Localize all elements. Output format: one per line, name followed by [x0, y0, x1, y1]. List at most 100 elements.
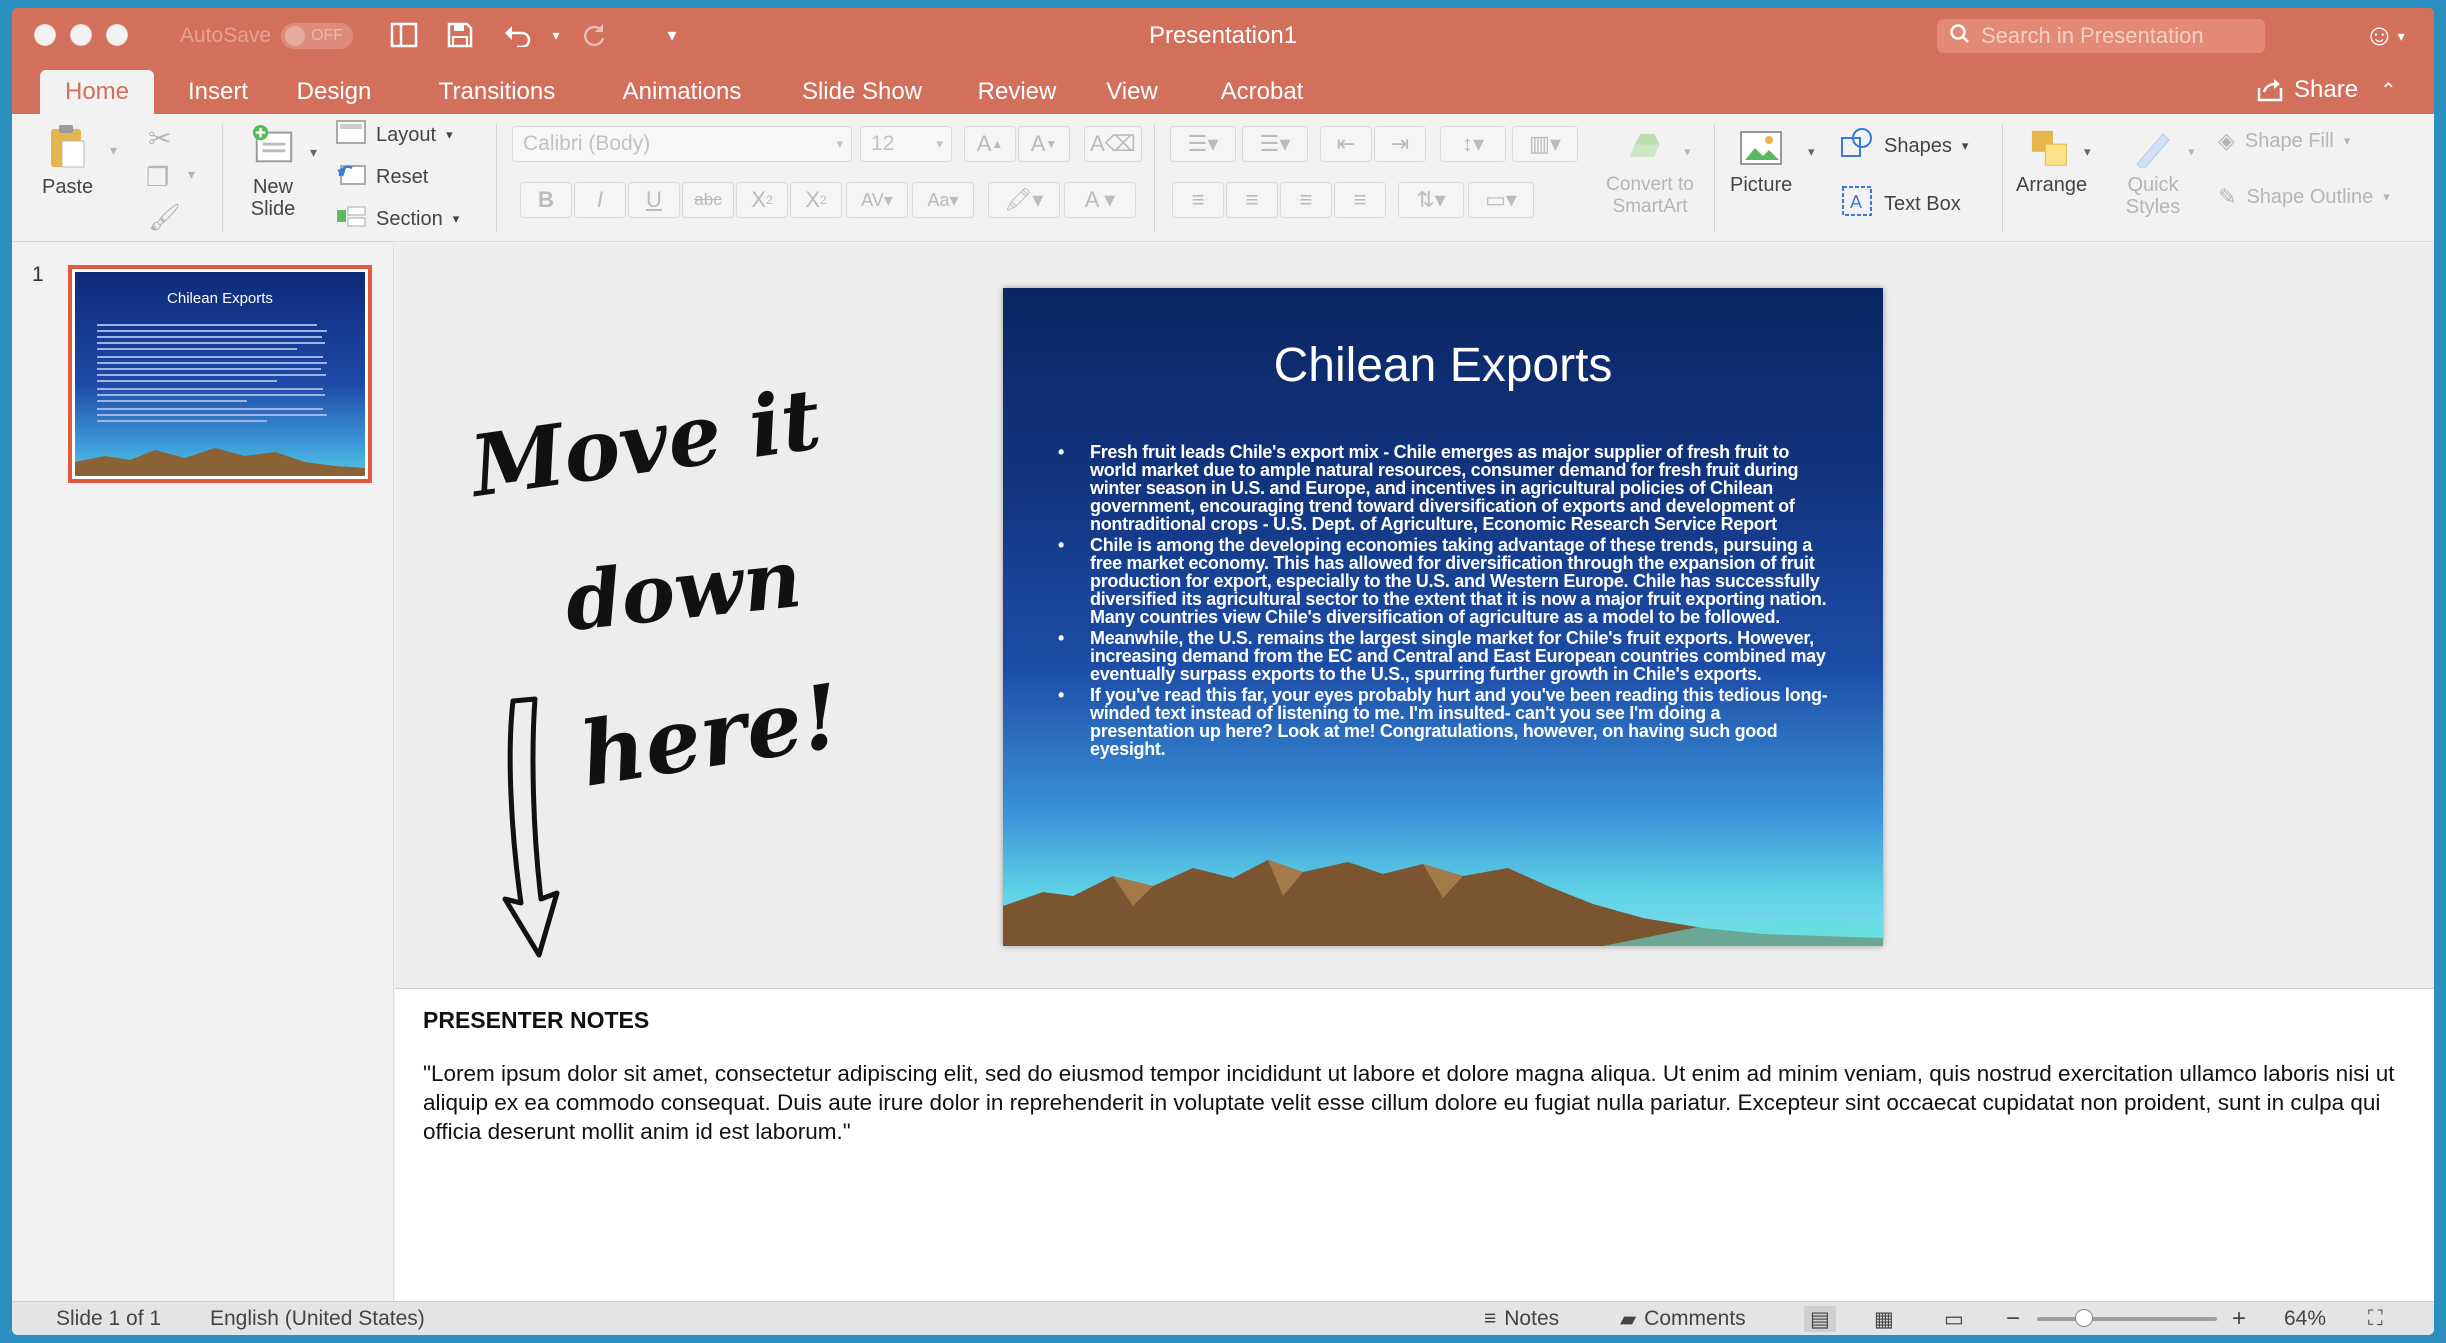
- subscript-button[interactable]: X2: [790, 182, 842, 218]
- character-spacing-button[interactable]: AV▾: [846, 182, 908, 218]
- shapes-button[interactable]: Shapes ▾: [1840, 128, 1968, 164]
- picture-button[interactable]: Picture: [1730, 128, 1792, 196]
- line-spacing-button[interactable]: ↕▾: [1440, 126, 1506, 162]
- bold-button[interactable]: B: [520, 182, 572, 218]
- thumbnail-preview: Chilean Exports: [75, 272, 365, 476]
- tab-acrobat[interactable]: Acrobat: [1197, 70, 1327, 114]
- italic-button[interactable]: I: [574, 182, 626, 218]
- numbering-button[interactable]: ☰▾: [1242, 126, 1308, 162]
- sidebar-icon[interactable]: [384, 18, 424, 52]
- presenter-view-button[interactable]: ▭: [1944, 1306, 1964, 1332]
- section-button[interactable]: Section ▾: [336, 204, 459, 234]
- reset-button[interactable]: Reset: [336, 162, 428, 192]
- align-left-button[interactable]: ≡: [1172, 182, 1224, 218]
- collapse-ribbon-icon[interactable]: ⌃: [2380, 78, 2397, 103]
- align-text-button[interactable]: ▭▾: [1468, 182, 1534, 218]
- slide-bullet-list[interactable]: Fresh fruit leads Chile's export mix - C…: [1058, 443, 1828, 761]
- format-painter-icon[interactable]: 🖌: [148, 202, 181, 233]
- slide-editing-area[interactable]: Move it down here! Chilean Exports Fresh…: [395, 243, 2434, 988]
- tab-insert[interactable]: Insert: [168, 70, 268, 114]
- clear-formatting-button[interactable]: A⌫: [1084, 126, 1142, 162]
- decrease-font-size-button[interactable]: A ▼: [1018, 126, 1070, 162]
- close-window-button[interactable]: [34, 24, 56, 46]
- minimize-window-button[interactable]: [70, 24, 92, 46]
- shape-fill-button[interactable]: ◈ Shape Fill ▾: [2218, 128, 2350, 154]
- font-name-select[interactable]: Calibri (Body) ▾: [512, 126, 852, 162]
- fit-to-window-button[interactable]: ⛶: [2368, 1306, 2383, 1332]
- paste-options-icon[interactable]: ▾: [110, 142, 117, 159]
- annotation-move-it: Move it: [464, 369, 827, 516]
- notes-button[interactable]: ≡ Notes: [1484, 1306, 1559, 1332]
- text-direction-button[interactable]: ⇅▾: [1398, 182, 1464, 218]
- slide-sorter-button[interactable]: ▦: [1874, 1306, 1894, 1332]
- notes-text[interactable]: "Lorem ipsum dolor sit amet, consectetur…: [423, 1059, 2413, 1146]
- copy-icon[interactable]: ❐: [146, 162, 169, 193]
- divider: [1714, 124, 1715, 232]
- superscript-button[interactable]: X2: [736, 182, 788, 218]
- slide-title[interactable]: Chilean Exports: [1003, 338, 1883, 393]
- tab-design[interactable]: Design: [284, 70, 384, 114]
- slide-count: Slide 1 of 1: [56, 1307, 162, 1330]
- columns-button[interactable]: ▥▾: [1512, 126, 1578, 162]
- undo-icon[interactable]: [498, 18, 538, 52]
- quick-styles-dropdown-icon[interactable]: ▾: [2188, 144, 2195, 160]
- customize-toolbar-icon[interactable]: ▾: [652, 18, 692, 52]
- increase-font-size-button[interactable]: A ▲: [964, 126, 1016, 162]
- new-slide-button[interactable]: New Slide: [238, 124, 308, 220]
- justify-button[interactable]: ≡: [1334, 182, 1386, 218]
- feedback-smiley-icon[interactable]: ☺ ▾: [2364, 18, 2414, 54]
- highlight-color-button[interactable]: 🖍▾: [988, 182, 1060, 218]
- tab-review[interactable]: Review: [962, 70, 1072, 114]
- save-icon[interactable]: [440, 18, 480, 52]
- convert-to-smartart-button[interactable]: Convert to SmartArt: [1590, 128, 1710, 218]
- shape-outline-button[interactable]: ✎ Shape Outline ▾: [2218, 184, 2390, 210]
- search-input[interactable]: [1981, 23, 2251, 49]
- zoom-slider[interactable]: [2037, 1317, 2217, 1321]
- quick-styles-button[interactable]: Quick Styles: [2118, 128, 2188, 218]
- increase-indent-button[interactable]: ⇥: [1374, 126, 1426, 162]
- text-box-button[interactable]: A Text Box: [1840, 184, 1961, 224]
- arrange-dropdown-icon[interactable]: ▾: [2084, 144, 2091, 160]
- tab-transitions[interactable]: Transitions: [412, 70, 582, 114]
- underline-button[interactable]: U: [628, 182, 680, 218]
- tab-animations[interactable]: Animations: [597, 70, 767, 114]
- autosave-label: AutoSave: [180, 24, 272, 47]
- change-case-button[interactable]: Aa▾: [912, 182, 974, 218]
- new-slide-dropdown-icon[interactable]: ▾: [310, 144, 317, 161]
- smartart-dropdown-icon[interactable]: ▾: [1684, 144, 1691, 160]
- align-center-button[interactable]: ≡: [1226, 182, 1278, 218]
- autosave-switch[interactable]: OFF: [281, 23, 354, 49]
- language-indicator[interactable]: English (United States): [210, 1306, 425, 1332]
- tab-slide-show[interactable]: Slide Show: [782, 70, 942, 114]
- font-size-select[interactable]: 12 ▾: [860, 126, 952, 162]
- layout-button[interactable]: Layout ▾: [336, 120, 453, 150]
- share-button[interactable]: Share ⌃: [2256, 72, 2397, 108]
- notes-pane[interactable]: PRESENTER NOTES "Lorem ipsum dolor sit a…: [395, 988, 2434, 1301]
- tab-view[interactable]: View: [1087, 70, 1177, 114]
- align-right-button[interactable]: ≡: [1280, 182, 1332, 218]
- reset-icon: [336, 162, 366, 192]
- redo-icon[interactable]: [574, 18, 614, 52]
- comments-button[interactable]: ▰ Comments: [1620, 1306, 1746, 1332]
- search-box[interactable]: [1937, 19, 2265, 53]
- paste-button[interactable]: Paste: [42, 124, 93, 198]
- zoom-level[interactable]: 64%: [2284, 1306, 2326, 1332]
- tab-home[interactable]: Home: [40, 70, 154, 114]
- cut-icon[interactable]: ✂: [148, 122, 171, 155]
- bullets-button[interactable]: ☰▾: [1170, 126, 1236, 162]
- copy-dropdown-icon[interactable]: ▾: [188, 166, 195, 183]
- zoom-in-button[interactable]: +: [2232, 1305, 2246, 1332]
- slide-canvas[interactable]: Chilean Exports Fresh fruit leads Chile'…: [1003, 288, 1883, 946]
- decrease-indent-button[interactable]: ⇤: [1320, 126, 1372, 162]
- arrange-button[interactable]: Arrange: [2016, 128, 2087, 196]
- normal-view-button[interactable]: ▤: [1804, 1306, 1836, 1332]
- zoom-out-button[interactable]: −: [2006, 1305, 2020, 1332]
- strikethrough-button[interactable]: abc: [682, 182, 734, 218]
- zoom-slider-handle[interactable]: [2075, 1309, 2093, 1327]
- slide-thumbnail[interactable]: Chilean Exports: [68, 265, 372, 483]
- picture-dropdown-icon[interactable]: ▾: [1808, 144, 1815, 160]
- zoom-window-button[interactable]: [106, 24, 128, 46]
- undo-dropdown-icon[interactable]: ▾: [536, 18, 576, 52]
- autosave-toggle[interactable]: AutoSave OFF: [180, 21, 354, 51]
- font-color-button[interactable]: A ▾: [1064, 182, 1136, 218]
